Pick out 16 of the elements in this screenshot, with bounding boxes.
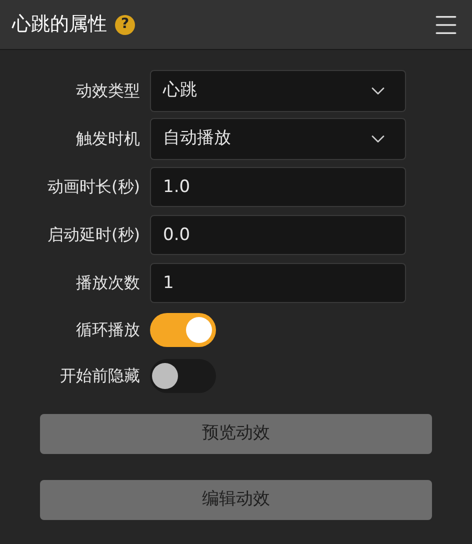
input-field[interactable]: 1.0 bbox=[150, 167, 406, 207]
field-label: 播放次数 bbox=[75, 272, 141, 294]
dropdown[interactable]: 心跳 bbox=[150, 70, 406, 112]
help-icon[interactable]: ? bbox=[115, 14, 135, 34]
panel-title: 心跳的属性 bbox=[12, 12, 107, 38]
field-label: 触发时机 bbox=[75, 128, 141, 150]
toggle-label: 开始前隐藏 bbox=[59, 365, 141, 387]
field-label: 动效类型 bbox=[75, 80, 141, 102]
toggle-switch[interactable] bbox=[150, 313, 216, 347]
field-label: 动画时长(秒) bbox=[46, 176, 141, 198]
input-field[interactable]: 0.0 bbox=[150, 215, 406, 255]
dropdown[interactable]: 自动播放 bbox=[150, 118, 406, 160]
toggle-switch[interactable] bbox=[150, 359, 216, 393]
field-label: 启动延时(秒) bbox=[46, 224, 141, 246]
toggle-label: 循环播放 bbox=[75, 319, 141, 341]
input-field[interactable]: 1 bbox=[150, 263, 406, 303]
